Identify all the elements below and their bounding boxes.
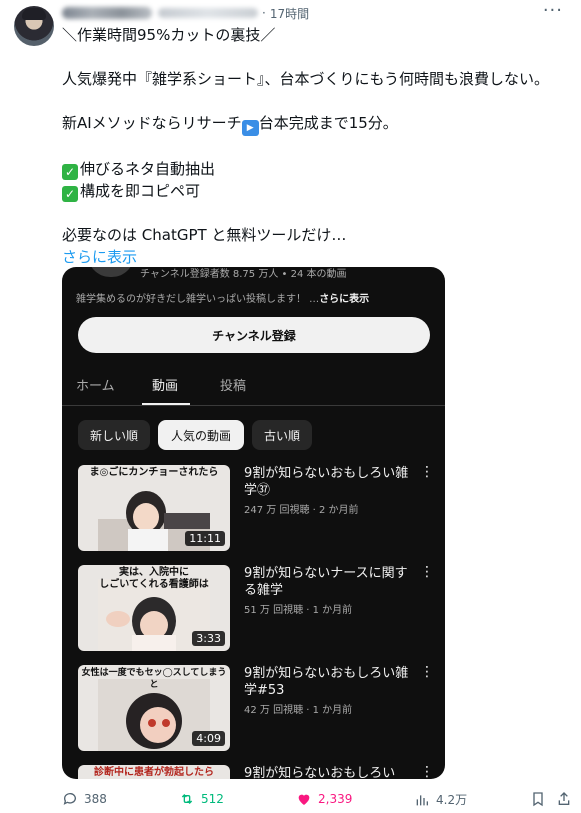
- channel-description-text: 雑学集めるのが好きだし雑学いっぱい投稿します！ …: [76, 294, 320, 305]
- view-count: 4.2万: [436, 793, 468, 807]
- video-duration: 3:33: [192, 631, 225, 646]
- video-item: ま◎ごにカンチョーされたら 11:11 9割が知らないおもしろい雑学㊲ 247 …: [78, 464, 434, 553]
- chip-newest: 新しい順: [78, 420, 150, 450]
- thumbnail-caption: 実は、入院中に しごいてくれる看護師は: [99, 567, 209, 590]
- video-duration: 11:11: [185, 531, 225, 546]
- video-item: 女性は一度でもセッ◯スしてしまうと 4:09 9割が知らないおもしろい雑学#53…: [78, 664, 434, 753]
- video-title: 9割が知らないナースに関する雑学: [244, 566, 408, 598]
- video-duration: 4:09: [192, 731, 225, 746]
- repost-button[interactable]: 512: [179, 791, 224, 807]
- analytics-bars-icon: [416, 794, 428, 805]
- thumbnail-caption: ま◎ごにカンチョーされたら: [89, 467, 219, 478]
- share-upload-icon: [558, 792, 570, 805]
- post-line: 人気爆発中『雑学系ショート』、台本づくりにもう何時間も浪費しない。: [62, 70, 550, 88]
- heart-icon: [298, 794, 310, 805]
- reply-count: 388: [84, 792, 107, 806]
- author-avatar[interactable]: [14, 6, 54, 46]
- tab-home: ホーム: [76, 379, 115, 394]
- chip-oldest: 古い順: [252, 420, 312, 450]
- video-item: 実は、入院中に しごいてくれる看護師は 3:33 9割が知らないナースに関する雑…: [78, 564, 434, 653]
- post-line: ＼作業時間95%カットの裏技／: [62, 26, 276, 44]
- more-options-button[interactable]: ···: [543, 2, 563, 20]
- post-time-separator: ·: [262, 6, 266, 20]
- views-button[interactable]: 4.2万: [414, 791, 467, 808]
- video-thumbnail: 女性は一度でもセッ◯スしてしまうと 4:09: [78, 665, 230, 751]
- reply-bubble-icon: [63, 793, 76, 805]
- post-line-head: 新AIメソッドならリサーチ: [62, 114, 242, 132]
- author-handle-blurred[interactable]: [158, 8, 258, 18]
- show-more-link[interactable]: さらに表示: [62, 246, 562, 268]
- video-menu-icon: ⋮: [420, 664, 434, 680]
- channel-stats: チャンネル登録者数 8.75 万人 • 24 本の動画: [140, 269, 347, 280]
- like-count: 2,339: [318, 792, 353, 806]
- video-menu-icon: ⋮: [420, 564, 434, 580]
- chip-popular: 人気の動画: [158, 420, 244, 450]
- tab-posts: 投稿: [220, 379, 247, 394]
- play-button-emoji-icon: ▶: [241, 120, 259, 136]
- reply-button[interactable]: 388: [62, 791, 107, 807]
- video-meta: 42 万 回視聴 · 1 か月前: [244, 705, 353, 716]
- repost-count: 512: [201, 792, 224, 806]
- video-title: 9割が知らないおもしろい雑学㊲: [244, 466, 409, 498]
- like-button[interactable]: 2,339: [296, 791, 352, 807]
- post-media-image[interactable]: チャンネル登録者数 8.75 万人 • 24 本の動画 雑学集めるのが好きだし雑…: [62, 267, 445, 779]
- post-line-tail: 台本完成まで15分。: [258, 114, 398, 132]
- channel-avatar: [88, 267, 134, 277]
- video-item: 診断中に患者が勃起したら 9割が知らないおもしろい ⋮: [78, 764, 434, 779]
- active-tab-indicator: [142, 403, 190, 405]
- post-line: ✓ 伸びるネタ自動抽出: [62, 158, 562, 180]
- video-title: 9割が知らないおもしろい: [244, 766, 396, 779]
- video-title: 9割が知らないおもしろい雑学#53: [244, 666, 409, 698]
- thumbnail-caption: 女性は一度でもセッ◯スしてしまうと: [81, 668, 227, 690]
- post-line: 新AIメソッドならリサーチ ▶ 台本完成まで15分。: [62, 112, 562, 136]
- bookmark-icon: [533, 792, 543, 807]
- bookmark-button[interactable]: [530, 791, 552, 807]
- subscribe-button: チャンネル登録: [78, 317, 430, 353]
- post-line-text: 伸びるネタ自動抽出: [80, 160, 216, 178]
- channel-description: 雑学集めるのが好きだし雑学いっぱい投稿します！ …さらに表示: [76, 290, 369, 305]
- post-time[interactable]: 17時間: [270, 5, 309, 22]
- post-line: ✓ 構成を即コピペ可: [62, 180, 562, 202]
- video-meta: 247 万 回視聴 · 2 か月前: [244, 505, 359, 516]
- channel-description-more: さらに表示: [319, 294, 370, 305]
- video-meta: 51 万 回視聴 · 1 か月前: [244, 605, 353, 616]
- repost-icon: [181, 794, 193, 804]
- post-action-bar: 388 512 2,339 4.2万: [62, 791, 572, 811]
- post-line: 必要なのは ChatGPT と無料ツールだけ…: [62, 226, 347, 244]
- tab-videos: 動画: [152, 379, 179, 394]
- author-name-blurred[interactable]: [62, 7, 152, 19]
- thumbnail-caption: 診断中に患者が勃起したら: [94, 767, 214, 778]
- video-thumbnail: ま◎ごにカンチョーされたら 11:11: [78, 465, 230, 551]
- video-menu-icon: ⋮: [420, 764, 434, 779]
- post-line-text: 構成を即コピペ可: [80, 182, 201, 200]
- video-thumbnail: 実は、入院中に しごいてくれる看護師は 3:33: [78, 565, 230, 651]
- video-thumbnail: 診断中に患者が勃起したら: [78, 765, 230, 779]
- check-mark-emoji-icon: ✓: [62, 186, 78, 202]
- channel-tabs: ホーム 動画 投稿: [62, 367, 445, 406]
- check-mark-emoji-icon: ✓: [62, 164, 78, 180]
- post-header: · 17時間: [62, 4, 309, 22]
- post-text: ＼作業時間95%カットの裏技／ 人気爆発中『雑学系ショート』、台本づくりにもう何…: [62, 24, 562, 268]
- video-menu-icon: ⋮: [420, 464, 434, 480]
- share-button[interactable]: [556, 791, 578, 807]
